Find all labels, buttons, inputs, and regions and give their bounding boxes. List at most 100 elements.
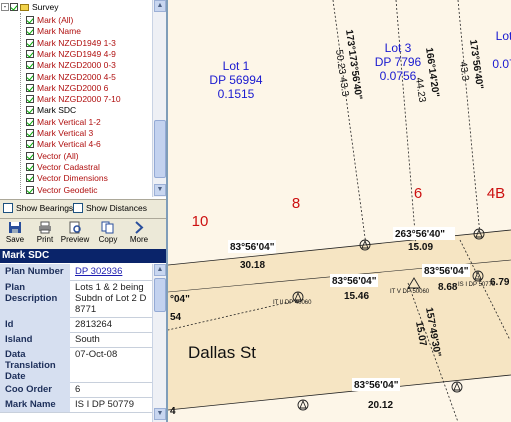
parcel-number: 8 — [292, 195, 300, 212]
tree-root-survey[interactable]: Survey — [10, 1, 58, 13]
chevron-right-icon — [135, 221, 144, 234]
scroll-up-icon[interactable]: ▲ — [154, 0, 166, 12]
property-value: 6 — [75, 384, 81, 395]
lot1-dp: DP 56994 — [209, 73, 262, 87]
scroll-up-icon[interactable]: ▲ — [154, 264, 166, 276]
tree-item[interactable]: Vector Dimensions — [26, 172, 108, 184]
distance-label: 54 — [170, 312, 182, 323]
tree-item[interactable]: Mark NZGD1949 4-9 — [26, 48, 116, 60]
tree-item[interactable]: Mark (All) — [26, 14, 73, 26]
show-distances-label: Show Distances — [86, 203, 147, 213]
property-key: Data Translation Date — [0, 347, 70, 382]
lot1-name: Lot 1 — [223, 59, 250, 73]
show-distances-option[interactable]: Show Distances — [73, 203, 147, 213]
checkbox-icon[interactable] — [26, 49, 34, 58]
checkbox-icon[interactable] — [26, 83, 34, 92]
checkbox-icon[interactable] — [10, 3, 18, 11]
checkbox-icon[interactable] — [26, 106, 34, 115]
property-value[interactable]: DP 302936 — [70, 264, 152, 280]
checkbox-icon[interactable] — [26, 162, 34, 171]
tree-scrollbar[interactable]: ▲ ▼ — [152, 0, 166, 197]
distance-label: 20.12 — [368, 400, 393, 411]
tree-connector — [20, 13, 21, 193]
print-button[interactable]: Print — [30, 221, 60, 248]
checkbox-icon[interactable] — [26, 174, 34, 183]
lot3-dp: DP 7796 — [375, 55, 422, 69]
tree-item[interactable]: Vector (All) — [26, 150, 79, 162]
lot-edge-area: 0.07 — [492, 57, 511, 71]
tree-item[interactable]: Mark NZGD2000 4-5 — [26, 71, 116, 83]
tree-item[interactable]: Mark Vertical 4-6 — [26, 138, 101, 150]
checkbox-icon[interactable] — [26, 151, 34, 160]
scroll-thumb[interactable] — [154, 278, 166, 312]
property-value: IS I DP 50779 — [75, 399, 134, 410]
checkbox-icon[interactable] — [26, 16, 34, 24]
tree-item[interactable]: Vector Cadastral — [26, 161, 100, 173]
tree-item[interactable]: Mark SDC — [26, 104, 76, 116]
save-button[interactable]: Save — [0, 221, 30, 248]
tree-item[interactable]: Mark Vertical 1-2 — [26, 116, 101, 128]
printer-icon — [39, 221, 51, 234]
tree-item[interactable]: Mark Vertical 3 — [26, 127, 93, 139]
mark-label: IT II DP 40060 — [273, 300, 312, 306]
property-row: Data Translation Date 07-Oct-08 — [0, 347, 152, 383]
property-value: 07-Oct-08 — [75, 349, 118, 360]
distance-label: 4 — [170, 406, 176, 417]
property-row: Coo Order 6 — [0, 382, 152, 398]
tree-item[interactable]: Mark Name — [26, 25, 81, 37]
show-distances-checkbox[interactable] — [73, 203, 83, 213]
checkbox-icon[interactable] — [26, 38, 34, 47]
scroll-down-icon[interactable]: ▼ — [154, 408, 166, 420]
checkbox-icon[interactable] — [26, 140, 34, 149]
tree-item[interactable]: Vector Geodetic — [26, 184, 97, 196]
bearing-label: 83°56'04" — [332, 276, 377, 287]
distance-label: 15.46 — [344, 291, 369, 302]
property-key: Coo Order — [0, 382, 70, 397]
checkbox-icon[interactable] — [26, 61, 34, 70]
lot3-name: Lot 3 — [385, 41, 412, 55]
property-value: 2813264 — [75, 319, 112, 330]
preview-button[interactable]: Preview — [60, 221, 90, 248]
scroll-thumb[interactable] — [154, 120, 166, 178]
parcel-number: 10 — [192, 213, 209, 230]
lot-edge-name: Lot — [496, 29, 511, 43]
properties-scrollbar[interactable]: ▲ ▼ — [152, 264, 166, 422]
property-row: Plan Number DP 302936 — [0, 264, 152, 281]
save-icon — [9, 222, 21, 233]
checkbox-icon[interactable] — [26, 117, 34, 126]
tree-item[interactable]: Mark NZGD2000 0-3 — [26, 59, 116, 71]
property-row: Id 2813264 — [0, 317, 152, 333]
tree-item[interactable]: Mark NZGD2000 6 — [26, 82, 108, 94]
tree-item[interactable]: Mark NZGD2000 7-10 — [26, 93, 121, 105]
scroll-down-icon[interactable]: ▼ — [154, 184, 166, 196]
property-key: Plan Description — [0, 280, 70, 317]
property-key: Island — [0, 332, 70, 347]
checkbox-icon[interactable] — [26, 129, 34, 137]
more-button[interactable]: More — [124, 221, 154, 248]
copy-button[interactable]: Copy — [93, 221, 123, 248]
tree-item[interactable]: Mark NZGD1949 1-3 — [26, 37, 116, 49]
display-options: Show Bearings Show Distances — [0, 199, 166, 218]
toolbar: Save Print Preview Copy More — [0, 218, 166, 250]
bearing-label: 83°56'04" — [230, 242, 275, 253]
show-bearings-option[interactable]: Show Bearings — [3, 203, 73, 213]
map-view[interactable]: Lot 1 DP 56994 0.1515 Lot 3 DP 7796 0.07… — [168, 0, 511, 422]
bearing-label: °04" — [170, 294, 190, 305]
checkbox-icon[interactable] — [26, 185, 34, 194]
parcel-number: 6 — [414, 185, 422, 202]
mark-label: IS I DP 50779 — [458, 282, 496, 288]
checkbox-icon[interactable] — [26, 27, 34, 36]
property-value: Lots 1 & 2 being Subdn of Lot 2 D 8771 — [75, 282, 147, 315]
property-row: Island South — [0, 332, 152, 348]
distance-label: 8.68 — [438, 282, 458, 293]
property-row: Plan Description Lots 1 & 2 being Subdn o… — [0, 280, 152, 318]
show-bearings-checkbox[interactable] — [3, 203, 13, 213]
preview-icon — [69, 221, 81, 234]
show-bearings-label: Show Bearings — [16, 203, 74, 213]
checkbox-icon[interactable] — [26, 95, 34, 104]
bearing-label: 83°56'04" — [354, 380, 399, 391]
parcel-number: 4B — [487, 185, 505, 202]
collapse-icon[interactable]: - — [1, 3, 9, 11]
folder-icon — [20, 3, 29, 11]
checkbox-icon[interactable] — [26, 72, 34, 81]
